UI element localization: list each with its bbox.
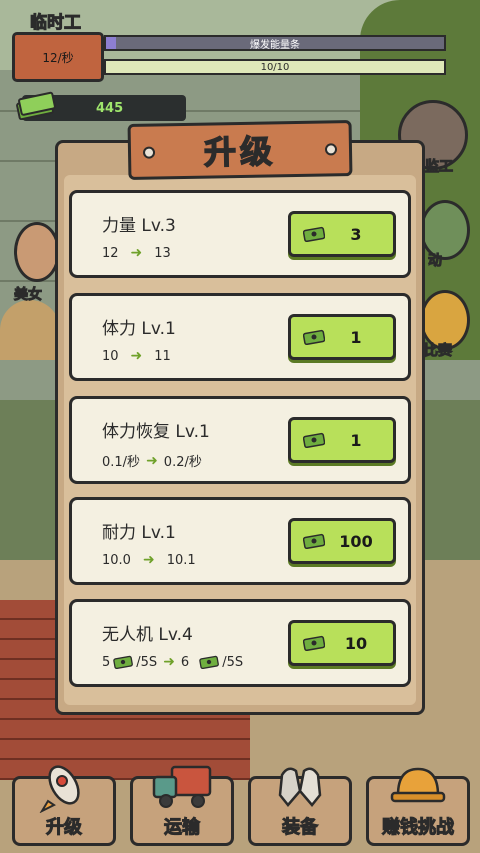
buy-upgrade-button[interactable]: 1 bbox=[288, 417, 396, 463]
nav-upgrade-button[interactable]: 升级 bbox=[12, 765, 116, 846]
power-bar: 爆发能量条 bbox=[104, 35, 446, 51]
buy-upgrade-button[interactable]: 10 bbox=[288, 620, 396, 666]
stat-from: 10 bbox=[102, 348, 119, 364]
nav-challenge-button[interactable]: 赚钱挑战 bbox=[366, 767, 470, 846]
upgrade-name: 耐力 Lv.1 bbox=[102, 523, 176, 543]
stat-to: 13 bbox=[154, 245, 171, 261]
nail-icon bbox=[142, 146, 156, 159]
stat-from-unit: /5S bbox=[136, 654, 158, 670]
upgrade-cost: 1 bbox=[350, 430, 362, 450]
nav-equip-button[interactable]: 装备 bbox=[248, 767, 352, 846]
upgrade-card-stamina: 体力 Lv.1 10 ➜ 11 1 bbox=[69, 293, 411, 381]
arrow-right-icon: ➜ bbox=[146, 452, 158, 469]
buy-upgrade-button[interactable]: 1 bbox=[288, 314, 396, 360]
arrow-right-icon: ➜ bbox=[130, 348, 143, 364]
arrow-right-icon: ➜ bbox=[130, 245, 143, 261]
cash-stack-icon bbox=[16, 91, 56, 120]
rocket-icon bbox=[39, 765, 80, 813]
supervisor-label: 监工 bbox=[425, 159, 454, 176]
stat-from: 0.1/秒 bbox=[102, 455, 141, 470]
upgrade-card-drone: 无人机 Lv.4 5 /5S ➜ 6 /5S 10 bbox=[69, 599, 411, 687]
beauty-label: 美女 bbox=[14, 287, 43, 304]
gloves-icon bbox=[278, 767, 322, 807]
earning-speed-text: 12/秒 bbox=[42, 50, 74, 65]
upgrade-header: 升级 bbox=[127, 120, 353, 180]
truck-icon bbox=[152, 765, 212, 808]
stat-from: 12 bbox=[102, 245, 119, 261]
upgrade-stats: 5 /5S ➜ 6 /5S bbox=[102, 654, 243, 670]
upgrade-cost: 100 bbox=[339, 531, 373, 551]
stamina-bar-text: 10/10 bbox=[260, 61, 290, 73]
upgrade-stats: 10.0 ➜ 10.1 bbox=[102, 552, 196, 568]
upgrade-cost: 10 bbox=[344, 633, 368, 653]
nav-equip-label: 装备 bbox=[282, 817, 319, 839]
beauty-button[interactable] bbox=[14, 222, 60, 282]
upgrade-stats: 10 ➜ 11 bbox=[102, 348, 171, 364]
nav-transport-button[interactable]: 运输 bbox=[130, 765, 234, 846]
power-bar-fill bbox=[106, 37, 116, 49]
upgrade-card-stamina-recovery: 体力恢复 Lv.1 0.1/秒 ➜ 0.2/秒 1 bbox=[69, 396, 411, 484]
move-label: 动 bbox=[428, 253, 443, 270]
hard-hat-icon bbox=[390, 767, 446, 803]
upgrade-stats: 12 ➜ 13 bbox=[102, 245, 171, 261]
stat-to-unit: /5S bbox=[222, 654, 244, 670]
contest-label: 比赛 bbox=[424, 343, 453, 360]
upgrade-title: 升级 bbox=[203, 132, 277, 173]
stat-to: 0.2/秒 bbox=[163, 455, 202, 470]
earning-speed: 12/秒 bbox=[12, 32, 104, 82]
buy-upgrade-button[interactable]: 100 bbox=[288, 518, 396, 564]
buy-upgrade-button[interactable]: 3 bbox=[288, 211, 396, 257]
upgrade-name: 无人机 Lv.4 bbox=[102, 625, 193, 645]
nav-challenge-label: 赚钱挑战 bbox=[382, 817, 455, 839]
stat-from: 10.0 bbox=[102, 552, 131, 568]
upgrade-card-strength: 力量 Lv.3 12 ➜ 13 3 bbox=[69, 190, 411, 278]
stat-to: 10.1 bbox=[166, 552, 196, 568]
upgrade-name: 体力恢复 Lv.1 bbox=[102, 422, 210, 442]
nav-transport-label: 运输 bbox=[164, 817, 201, 839]
cash-value: 445 bbox=[96, 100, 124, 116]
stat-to: 11 bbox=[154, 348, 171, 364]
arrow-right-icon: ➜ bbox=[163, 654, 175, 670]
upgrade-cost: 1 bbox=[350, 327, 362, 347]
upgrade-cost: 3 bbox=[350, 224, 362, 244]
stat-to: 6 bbox=[180, 654, 190, 670]
nail-icon bbox=[324, 143, 338, 156]
money-icon bbox=[113, 655, 134, 669]
upgrade-card-endurance: 耐力 Lv.1 10.0 ➜ 10.1 100 bbox=[69, 497, 411, 585]
nav-upgrade-label: 升级 bbox=[46, 817, 83, 839]
stamina-bar: 10/10 bbox=[104, 59, 446, 75]
money-icon bbox=[199, 655, 220, 669]
dirt-pile bbox=[0, 300, 60, 360]
stat-from: 5 bbox=[102, 654, 111, 670]
power-bar-label: 爆发能量条 bbox=[250, 39, 300, 51]
upgrade-stats: 0.1/秒 ➜ 0.2/秒 bbox=[102, 451, 202, 471]
upgrade-name: 体力 Lv.1 bbox=[102, 319, 176, 339]
upgrade-name: 力量 Lv.3 bbox=[102, 216, 176, 236]
role-title: 临时工 bbox=[30, 13, 82, 34]
arrow-right-icon: ➜ bbox=[142, 552, 155, 568]
